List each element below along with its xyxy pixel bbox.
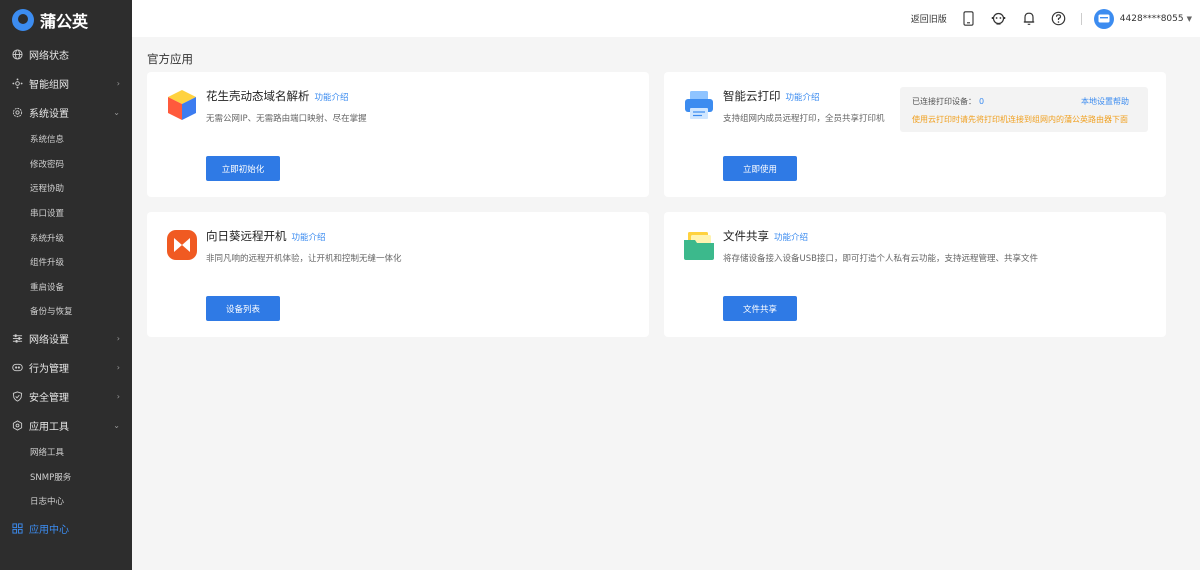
sidebar-subitem-remote-assist[interactable]: 远程协助 [0, 176, 132, 201]
user-avatar[interactable] [1093, 8, 1114, 29]
chevron-right-icon: › [116, 362, 120, 372]
caret-down-icon[interactable]: ▼ [1187, 15, 1192, 23]
sidebar-item-label: 应用工具 [29, 421, 69, 433]
sidebar-subitem-reboot[interactable]: 重启设备 [0, 275, 132, 300]
sidebar-subitem-backup-restore[interactable]: 备份与恢复 [0, 299, 132, 324]
page-title: 官方应用 [147, 52, 193, 66]
app-card-ddns: 花生壳动态域名解析 功能介绍 无需公网IP、无需路由端口映射、尽在掌握 立即初始… [147, 72, 649, 197]
device-list-button[interactable]: 设备列表 [206, 296, 280, 321]
sidebar-item-label: 网络设置 [29, 334, 69, 346]
sidebar-item-label: 安全管理 [29, 392, 69, 404]
card-title: 花生壳动态域名解析 [206, 89, 310, 103]
help-icon[interactable] [1051, 11, 1067, 27]
cube-icon [165, 88, 199, 122]
chevron-down-icon: ⌄ [113, 420, 120, 430]
sidebar-item-label: 应用中心 [29, 524, 69, 536]
top-bar: 返回旧版 4428****8055 ▼ [132, 0, 1200, 37]
app-card-file-sharing: 文件共享 功能介绍 将存储设备接入设备USB接口，即可打造个人私有云功能，支持远… [664, 212, 1166, 337]
chevron-down-icon: ⌄ [113, 108, 120, 117]
sidebar-subitem-network-tools[interactable]: 网络工具 [0, 440, 132, 465]
grid-icon [12, 522, 23, 534]
sidebar-subitem-component-upgrade[interactable]: 组件升级 [0, 250, 132, 275]
sidebar-item-smart-network[interactable]: 智能组网 › [0, 69, 132, 98]
sidebar: 蒲公英 网络状态 智能组网 › 系统设置 ⌄ 系统信息 修改密码 远程协助 串口… [0, 0, 132, 570]
shield-icon [12, 391, 23, 402]
sidebar-item-network-settings[interactable]: 网络设置 › [0, 324, 132, 353]
sidebar-subitem-snmp-service[interactable]: SNMP服务 [0, 464, 132, 489]
logo[interactable]: 蒲公英 [0, 0, 132, 40]
print-device-info-panel: 已连接打印设备： 0 本地设置帮助 使用云打印时请先将打印机连接到组网内的蒲公英路… [900, 87, 1148, 132]
sidebar-subitem-serial-settings[interactable]: 串口设置 [0, 201, 132, 226]
feature-intro-link[interactable]: 功能介绍 [774, 231, 808, 243]
chevron-right-icon: › [116, 391, 120, 401]
file-sharing-button[interactable]: 文件共享 [723, 296, 797, 321]
card-description: 非同凡响的远程开机体验，让开机和控制无缝一体化 [206, 254, 402, 264]
sidebar-item-label: 行为管理 [29, 363, 69, 375]
sidebar-subitem-system-upgrade[interactable]: 系统升级 [0, 225, 132, 250]
topbar-divider [1080, 12, 1082, 25]
logo-text: 蒲公英 [40, 12, 89, 31]
sidebar-item-app-tools[interactable]: 应用工具 ⌄ [0, 411, 132, 440]
sunlogin-icon [165, 228, 199, 262]
network-icon [12, 78, 23, 89]
robot-support-icon[interactable] [991, 11, 1007, 27]
local-settings-help-link[interactable]: 本地设置帮助 [1081, 96, 1129, 107]
gear-icon [12, 107, 23, 118]
sidebar-item-app-center[interactable]: 应用中心 [0, 514, 132, 543]
feature-intro-link[interactable]: 功能介绍 [786, 91, 820, 103]
app-card-remote-boot: 向日葵远程开机 功能介绍 非同凡响的远程开机体验，让开机和控制无缝一体化 设备列… [147, 212, 649, 337]
folder-icon [682, 228, 716, 262]
feature-intro-link[interactable]: 功能介绍 [292, 231, 326, 243]
card-description: 无需公网IP、无需路由端口映射、尽在掌握 [206, 114, 367, 124]
app-card-cloud-print: 智能云打印 功能介绍 支持组网内成员远程打印，全员共享打印机 立即使用 已连接打… [664, 72, 1166, 197]
feature-intro-link[interactable]: 功能介绍 [315, 91, 349, 103]
card-title: 向日葵远程开机 [206, 229, 287, 243]
print-tip-text: 使用云打印时请先将打印机连接到组网内的蒲公英路由器下面 [912, 115, 1128, 124]
card-description: 将存储设备接入设备USB接口，即可打造个人私有云功能，支持远程管理、共享文件 [723, 254, 1038, 264]
sidebar-item-system-settings[interactable]: 系统设置 ⌄ [0, 98, 132, 127]
initialize-now-button[interactable]: 立即初始化 [206, 156, 280, 181]
printer-icon [682, 88, 716, 122]
sidebar-item-network-status[interactable]: 网络状态 [0, 40, 132, 69]
sidebar-item-security-management[interactable]: 安全管理 › [0, 382, 132, 411]
card-title: 文件共享 [723, 229, 769, 243]
bell-icon[interactable] [1021, 11, 1037, 27]
mobile-phone-icon[interactable] [961, 11, 977, 27]
card-title: 智能云打印 [723, 89, 781, 103]
sidebar-subitem-change-password[interactable]: 修改密码 [0, 152, 132, 177]
use-now-button[interactable]: 立即使用 [723, 156, 797, 181]
sidebar-item-label: 网络状态 [29, 51, 69, 62]
connected-printers-label: 已连接打印设备： [912, 97, 976, 106]
eye-icon [12, 362, 23, 373]
back-to-old-version-link[interactable]: 返回旧版 [911, 12, 947, 25]
sidebar-item-label: 智能组网 [29, 80, 69, 91]
sidebar-item-label: 系统设置 [29, 109, 69, 120]
user-id[interactable]: 4428****8055 [1120, 14, 1184, 24]
sidebar-subitem-system-info[interactable]: 系统信息 [0, 127, 132, 152]
connected-printers-count: 0 [979, 97, 985, 106]
sidebar-item-behavior-management[interactable]: 行为管理 › [0, 353, 132, 382]
card-description: 支持组网内成员远程打印，全员共享打印机 [723, 114, 885, 124]
chevron-right-icon: › [116, 79, 120, 88]
sliders-icon [12, 333, 23, 344]
tools-icon [12, 420, 23, 431]
dandelion-logo-icon [12, 9, 34, 31]
sidebar-subitem-log-center[interactable]: 日志中心 [0, 489, 132, 514]
globe-icon [12, 49, 23, 60]
chevron-right-icon: › [116, 333, 120, 343]
